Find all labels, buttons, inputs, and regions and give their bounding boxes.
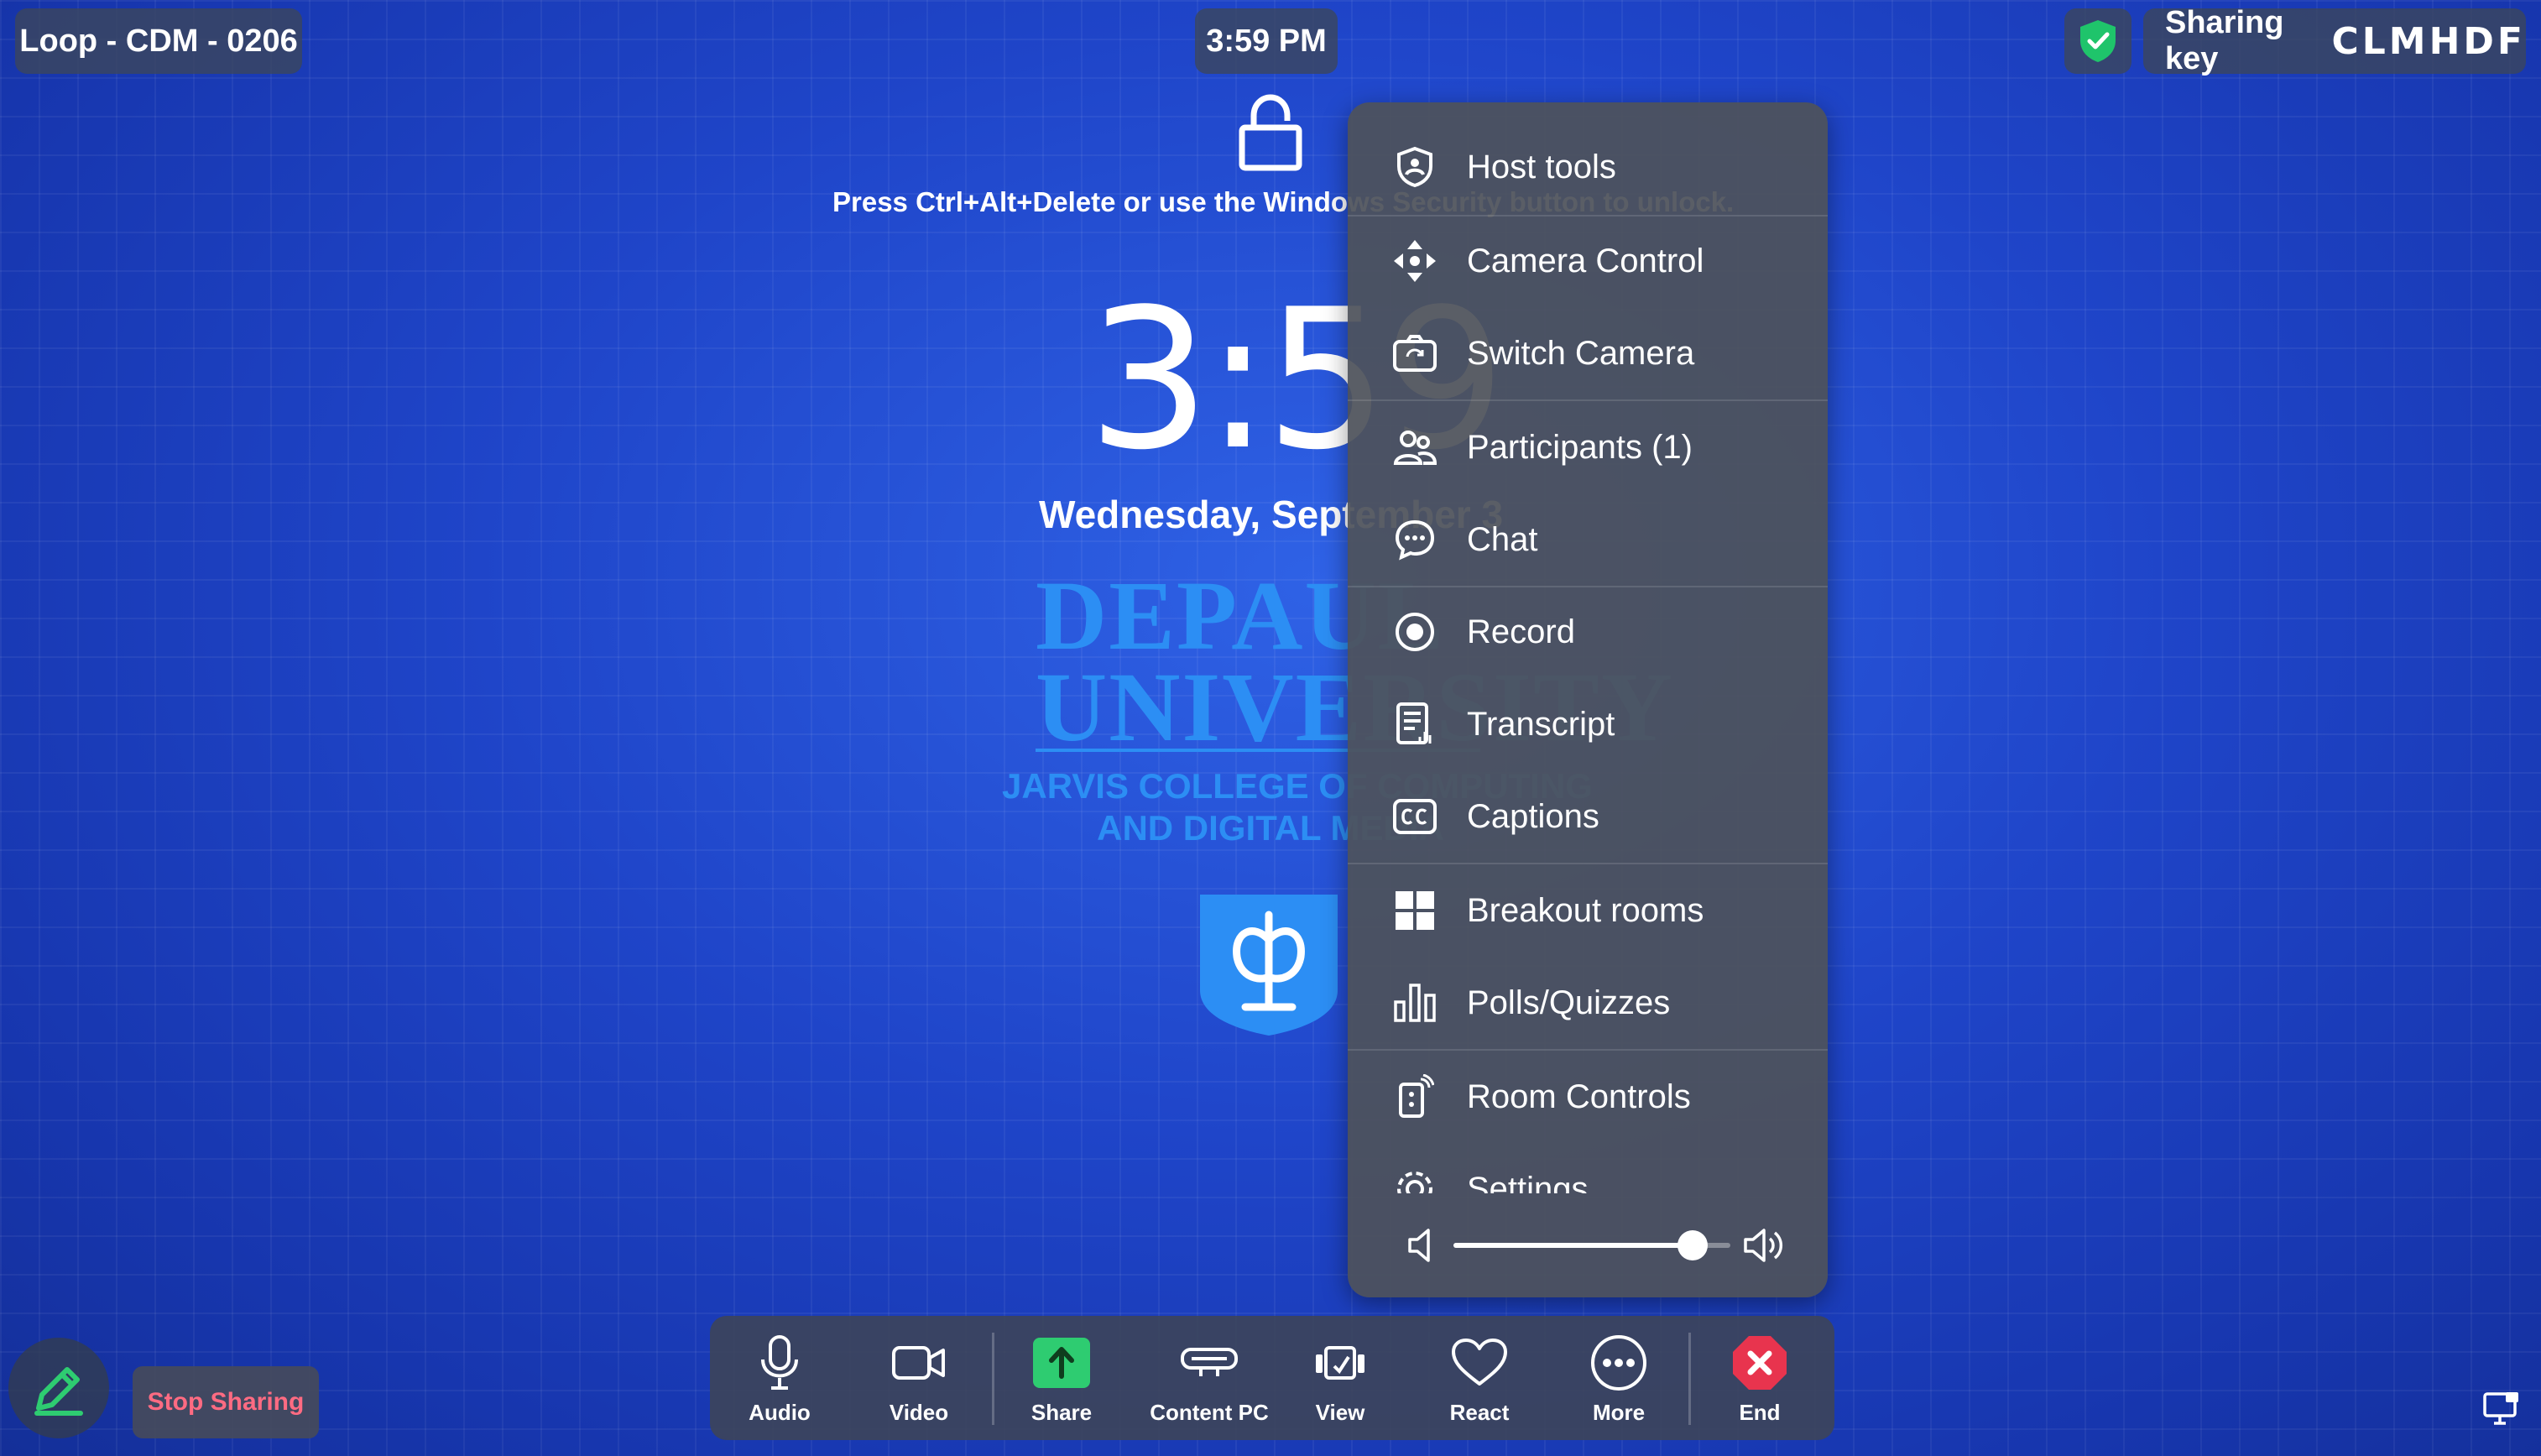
sharing-key-value: CLMHDF bbox=[2331, 19, 2526, 63]
volume-slider-knob[interactable] bbox=[1677, 1230, 1708, 1260]
record-icon bbox=[1391, 608, 1438, 655]
video-button[interactable]: Video bbox=[856, 1316, 982, 1440]
room-controls-icon bbox=[1391, 1073, 1438, 1120]
more-label: More bbox=[1592, 1400, 1646, 1425]
menu-label: Record bbox=[1467, 613, 1575, 650]
menu-label: Polls/Quizzes bbox=[1467, 984, 1671, 1021]
toolbar-separator bbox=[992, 1333, 994, 1425]
display-share-icon[interactable] bbox=[2482, 1390, 2521, 1431]
room-name: Loop - CDM - 0206 bbox=[19, 23, 298, 59]
security-shield-icon[interactable] bbox=[2064, 8, 2131, 74]
menu-item-participants[interactable]: Participants (1) bbox=[1348, 401, 1828, 493]
volume-high-icon[interactable] bbox=[1742, 1225, 1787, 1270]
transcript-icon bbox=[1391, 701, 1438, 748]
menu-label: Participants (1) bbox=[1467, 428, 1693, 466]
settings-icon bbox=[1391, 1166, 1438, 1193]
menu-item-record[interactable]: Record bbox=[1348, 586, 1828, 678]
volume-slider[interactable] bbox=[1453, 1229, 1734, 1262]
share-button[interactable]: Share bbox=[999, 1316, 1124, 1440]
more-dots-icon bbox=[1556, 1333, 1682, 1393]
toolbar-separator bbox=[1688, 1333, 1691, 1425]
sharing-key-label: Sharing key bbox=[2165, 5, 2284, 76]
stop-sharing-button[interactable]: Stop Sharing bbox=[133, 1366, 319, 1438]
top-clock: 3:59 PM bbox=[1195, 8, 1338, 74]
view-label: View bbox=[1315, 1400, 1365, 1425]
menu-label: Room Controls bbox=[1467, 1078, 1691, 1115]
more-menu-list: Host tools Camera Control Switch Camera … bbox=[1348, 102, 1828, 1193]
sharing-key-badge: Sharing key CLMHDF bbox=[2143, 5, 2526, 76]
menu-label: Settings bbox=[1467, 1170, 1589, 1194]
more-button[interactable]: More bbox=[1556, 1316, 1682, 1440]
menu-item-room-controls[interactable]: Room Controls bbox=[1348, 1051, 1828, 1143]
menu-item-breakout-rooms[interactable]: Breakout rooms bbox=[1348, 864, 1828, 957]
end-label: End bbox=[1739, 1400, 1781, 1425]
microphone-icon bbox=[717, 1333, 843, 1393]
video-camera-icon bbox=[856, 1333, 982, 1393]
view-button[interactable]: View bbox=[1277, 1316, 1403, 1440]
meeting-toolbar: Audio Video Share Content PC View React bbox=[710, 1316, 1834, 1440]
react-button[interactable]: React bbox=[1417, 1316, 1542, 1440]
lock-icon bbox=[1237, 92, 1304, 177]
menu-item-chat[interactable]: Chat bbox=[1348, 493, 1828, 586]
volume-low-icon[interactable] bbox=[1406, 1227, 1438, 1268]
heart-icon bbox=[1417, 1333, 1542, 1393]
volume-control bbox=[1348, 1193, 1828, 1297]
menu-item-switch-camera[interactable]: Switch Camera bbox=[1348, 307, 1828, 399]
share-icon bbox=[999, 1333, 1124, 1393]
end-x-icon bbox=[1697, 1333, 1823, 1393]
switch-camera-icon bbox=[1391, 330, 1438, 377]
view-layout-icon bbox=[1277, 1333, 1403, 1393]
content-pc-icon bbox=[1130, 1333, 1289, 1393]
content-pc-button[interactable]: Content PC bbox=[1130, 1316, 1289, 1440]
university-crest-icon bbox=[1195, 890, 1343, 1043]
audio-label: Audio bbox=[749, 1400, 811, 1425]
captions-icon bbox=[1391, 793, 1438, 840]
menu-item-settings[interactable]: Settings bbox=[1348, 1143, 1828, 1193]
end-meeting-button[interactable]: End bbox=[1697, 1316, 1823, 1440]
menu-label: Chat bbox=[1467, 520, 1538, 558]
annotate-pen-button[interactable] bbox=[8, 1338, 109, 1438]
menu-label: Host tools bbox=[1467, 148, 1616, 185]
share-label: Share bbox=[1030, 1400, 1093, 1425]
room-name-badge: Loop - CDM - 0206 bbox=[15, 8, 302, 74]
menu-label: Captions bbox=[1467, 797, 1599, 835]
breakout-rooms-icon bbox=[1391, 887, 1438, 934]
audio-button[interactable]: Audio bbox=[717, 1316, 843, 1440]
shield-icon bbox=[1391, 144, 1438, 190]
video-label: Video bbox=[889, 1400, 949, 1425]
move-arrows-icon bbox=[1391, 237, 1438, 284]
chat-icon bbox=[1391, 516, 1438, 563]
react-label: React bbox=[1449, 1400, 1510, 1425]
menu-item-transcript[interactable]: Transcript bbox=[1348, 678, 1828, 770]
more-menu: Host tools Camera Control Switch Camera … bbox=[1348, 102, 1828, 1297]
menu-label: Transcript bbox=[1467, 705, 1615, 743]
menu-item-camera-control[interactable]: Camera Control bbox=[1348, 215, 1828, 307]
menu-item-host-tools[interactable]: Host tools bbox=[1348, 121, 1828, 213]
volume-slider-fill bbox=[1453, 1243, 1693, 1248]
polls-icon bbox=[1391, 979, 1438, 1026]
pen-icon bbox=[34, 1367, 83, 1416]
top-clock-text: 3:59 PM bbox=[1206, 23, 1327, 59]
participants-icon bbox=[1391, 424, 1438, 471]
menu-item-polls[interactable]: Polls/Quizzes bbox=[1348, 957, 1828, 1049]
stop-sharing-label: Stop Sharing bbox=[147, 1388, 305, 1416]
menu-label: Switch Camera bbox=[1467, 334, 1695, 372]
menu-label: Breakout rooms bbox=[1467, 891, 1704, 929]
menu-label: Camera Control bbox=[1467, 242, 1704, 279]
menu-item-captions[interactable]: Captions bbox=[1348, 770, 1828, 863]
content-pc-label: Content PC bbox=[1150, 1400, 1269, 1425]
